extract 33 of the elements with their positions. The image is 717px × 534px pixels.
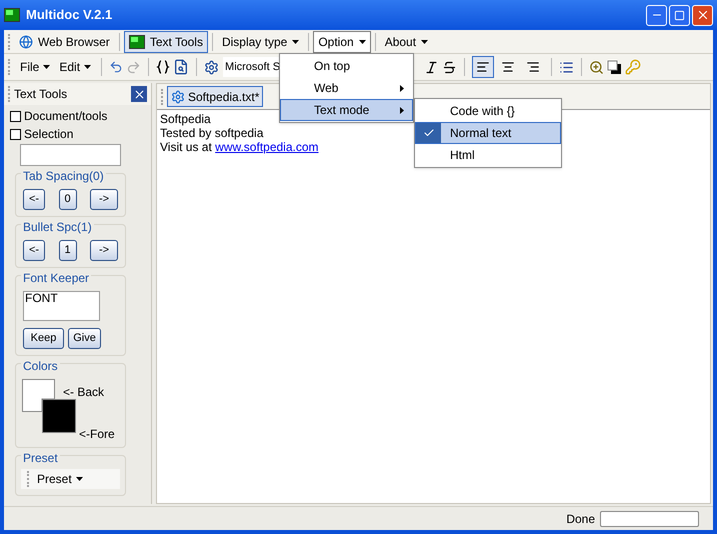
- toolbar-button[interactable]: Option: [313, 30, 371, 52]
- document-tab[interactable]: Softpedia.txt*: [167, 86, 264, 107]
- panel-button[interactable]: 1: [58, 240, 76, 261]
- menu-button[interactable]: File: [17, 58, 54, 76]
- text-line: Tested by softpedia: [160, 126, 264, 140]
- panel-button[interactable]: <-: [23, 240, 45, 261]
- menu-item[interactable]: Html: [415, 144, 561, 166]
- status-text: Done: [566, 510, 595, 528]
- text-line: Softpedia: [160, 112, 211, 126]
- panel-button[interactable]: <-: [23, 189, 45, 210]
- toolbar-button[interactable]: Display type: [216, 30, 304, 52]
- text-line: Visit us at www.softpedia.com: [160, 140, 319, 154]
- toolbar-button[interactable]: Web Browser: [14, 30, 115, 52]
- back-color-label: <- Back: [63, 384, 104, 401]
- font-field[interactable]: FONT: [23, 291, 100, 321]
- preset-dropdown[interactable]: Preset: [21, 469, 120, 489]
- section-label: Selection: [24, 126, 74, 143]
- panel-button[interactable]: Keep: [23, 328, 64, 349]
- panel-button[interactable]: ->: [90, 189, 118, 210]
- panel-button[interactable]: Give: [68, 328, 101, 349]
- section-label: Document/tools: [24, 108, 108, 125]
- panel-button[interactable]: ->: [90, 240, 118, 261]
- panel-title: Text Tools: [14, 86, 68, 103]
- link[interactable]: www.softpedia.com: [215, 140, 319, 154]
- menu-item[interactable]: Text mode: [280, 99, 413, 121]
- menu-button[interactable]: Edit: [56, 58, 94, 76]
- fore-color-label: <-Fore: [79, 426, 115, 443]
- toolbar-button[interactable]: About: [380, 30, 434, 52]
- menu-item[interactable]: Web: [280, 77, 413, 99]
- panel-button[interactable]: 0: [58, 189, 76, 210]
- menu-item[interactable]: Normal text: [415, 122, 561, 144]
- window-title: Multidoc V.2.1: [26, 6, 112, 24]
- toolbar-button[interactable]: Text Tools: [124, 30, 208, 52]
